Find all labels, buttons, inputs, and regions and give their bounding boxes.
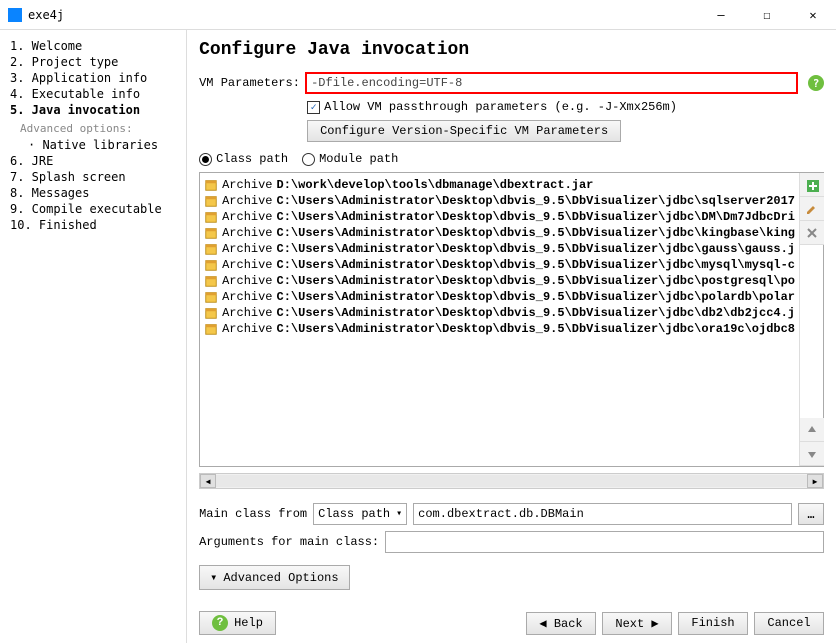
- classpath-radio-label: Class path: [216, 152, 288, 166]
- arguments-label: Arguments for main class:: [199, 535, 379, 549]
- vm-params-label: VM Parameters:: [199, 76, 299, 90]
- archive-path: C:\Users\Administrator\Desktop\dbvis_9.5…: [277, 322, 795, 336]
- sidebar-item-exe-info[interactable]: 4. Executable info: [10, 86, 176, 102]
- list-item[interactable]: Archive D:\work\develop\tools\dbmanage\d…: [202, 177, 797, 193]
- content: Configure Java invocation VM Parameters:…: [187, 30, 836, 643]
- modulepath-radio[interactable]: Module path: [302, 152, 398, 166]
- archive-label: Archive: [222, 274, 272, 288]
- edit-entry-button[interactable]: [800, 197, 824, 221]
- finish-button[interactable]: Finish: [678, 612, 748, 635]
- h-scrollbar[interactable]: ◀ ▶: [199, 473, 824, 489]
- move-up-button[interactable]: [800, 418, 824, 442]
- sidebar-item-native-libs[interactable]: · Native libraries: [10, 137, 176, 153]
- archive-label: Archive: [222, 210, 272, 224]
- list-item[interactable]: Archive C:\Users\Administrator\Desktop\d…: [202, 225, 797, 241]
- add-entry-button[interactable]: [800, 173, 824, 197]
- modulepath-radio-label: Module path: [319, 152, 398, 166]
- archive-path: C:\Users\Administrator\Desktop\dbvis_9.5…: [277, 306, 795, 320]
- list-item[interactable]: Archive C:\Users\Administrator\Desktop\d…: [202, 273, 797, 289]
- list-item[interactable]: Archive C:\Users\Administrator\Desktop\d…: [202, 209, 797, 225]
- main-class-from-label: Main class from: [199, 507, 307, 521]
- list-item[interactable]: Archive C:\Users\Administrator\Desktop\d…: [202, 241, 797, 257]
- sidebar-item-java-invocation[interactable]: 5. Java invocation: [10, 102, 176, 118]
- arguments-input[interactable]: [385, 531, 824, 553]
- archive-path: C:\Users\Administrator\Desktop\dbvis_9.5…: [277, 290, 795, 304]
- window-title: exe4j: [28, 8, 64, 22]
- sidebar-item-app-info[interactable]: 3. Application info: [10, 70, 176, 86]
- archive-path: C:\Users\Administrator\Desktop\dbvis_9.5…: [277, 258, 795, 272]
- archive-label: Archive: [222, 194, 272, 208]
- archive-path: C:\Users\Administrator\Desktop\dbvis_9.5…: [277, 194, 795, 208]
- main-class-select[interactable]: Class path: [313, 503, 407, 525]
- vm-params-input[interactable]: [305, 72, 798, 94]
- list-item[interactable]: Archive C:\Users\Administrator\Desktop\d…: [202, 257, 797, 273]
- main-class-input[interactable]: [413, 503, 792, 525]
- list-item[interactable]: Archive C:\Users\Administrator\Desktop\d…: [202, 305, 797, 321]
- archive-path: C:\Users\Administrator\Desktop\dbvis_9.5…: [277, 226, 795, 240]
- advanced-options-label: Advanced Options: [223, 571, 338, 585]
- classpath-list[interactable]: Archive D:\work\develop\tools\dbmanage\d…: [200, 173, 799, 466]
- sidebar-item-messages[interactable]: 8. Messages: [10, 185, 176, 201]
- maximize-button[interactable]: ☐: [744, 0, 790, 29]
- page-title: Configure Java invocation: [199, 40, 824, 60]
- archive-path: D:\work\develop\tools\dbmanage\dbextract…: [277, 178, 594, 192]
- archive-label: Archive: [222, 258, 272, 272]
- archive-path: C:\Users\Administrator\Desktop\dbvis_9.5…: [277, 242, 795, 256]
- sidebar-item-compile[interactable]: 9. Compile executable: [10, 201, 176, 217]
- wizard-sidebar: 1. Welcome 2. Project type 3. Applicatio…: [0, 30, 187, 643]
- list-item[interactable]: Archive C:\Users\Administrator\Desktop\d…: [202, 193, 797, 209]
- classpath-radio[interactable]: Class path: [199, 152, 288, 166]
- allow-passthrough-checkbox[interactable]: ✓: [307, 101, 320, 114]
- list-item[interactable]: Archive C:\Users\Administrator\Desktop\d…: [202, 321, 797, 337]
- archive-label: Archive: [222, 290, 272, 304]
- minimize-button[interactable]: —: [698, 0, 744, 29]
- help-icon[interactable]: ?: [808, 75, 824, 91]
- archive-label: Archive: [222, 306, 272, 320]
- archive-path: C:\Users\Administrator\Desktop\dbvis_9.5…: [277, 210, 795, 224]
- allow-passthrough-label: Allow VM passthrough parameters (e.g. -J…: [324, 100, 677, 114]
- browse-main-class-button[interactable]: …: [798, 503, 824, 525]
- archive-label: Archive: [222, 226, 272, 240]
- move-down-button[interactable]: [800, 442, 824, 466]
- configure-vm-button[interactable]: Configure Version-Specific VM Parameters: [307, 120, 621, 142]
- next-button[interactable]: Next ▶: [602, 612, 672, 635]
- titlebar: exe4j — ☐ ✕: [0, 0, 836, 30]
- help-button[interactable]: ?Help: [199, 611, 276, 635]
- archive-label: Archive: [222, 322, 272, 336]
- back-button[interactable]: ◀ Back: [526, 612, 596, 635]
- advanced-options-button[interactable]: ▾ Advanced Options: [199, 565, 349, 590]
- sidebar-item-project-type[interactable]: 2. Project type: [10, 54, 176, 70]
- sidebar-item-jre[interactable]: 6. JRE: [10, 153, 176, 169]
- remove-entry-button[interactable]: [800, 221, 824, 245]
- sidebar-advanced-label: Advanced options:: [10, 118, 176, 137]
- sidebar-item-splash[interactable]: 7. Splash screen: [10, 169, 176, 185]
- list-item[interactable]: Archive C:\Users\Administrator\Desktop\d…: [202, 289, 797, 305]
- sidebar-item-finished[interactable]: 10. Finished: [10, 217, 176, 233]
- archive-label: Archive: [222, 242, 272, 256]
- scroll-left-button[interactable]: ◀: [200, 474, 216, 488]
- app-icon: [8, 8, 22, 22]
- close-button[interactable]: ✕: [790, 0, 836, 29]
- scroll-right-button[interactable]: ▶: [807, 474, 823, 488]
- archive-label: Archive: [222, 178, 272, 192]
- archive-path: C:\Users\Administrator\Desktop\dbvis_9.5…: [277, 274, 795, 288]
- cancel-button[interactable]: Cancel: [754, 612, 824, 635]
- sidebar-item-welcome[interactable]: 1. Welcome: [10, 38, 176, 54]
